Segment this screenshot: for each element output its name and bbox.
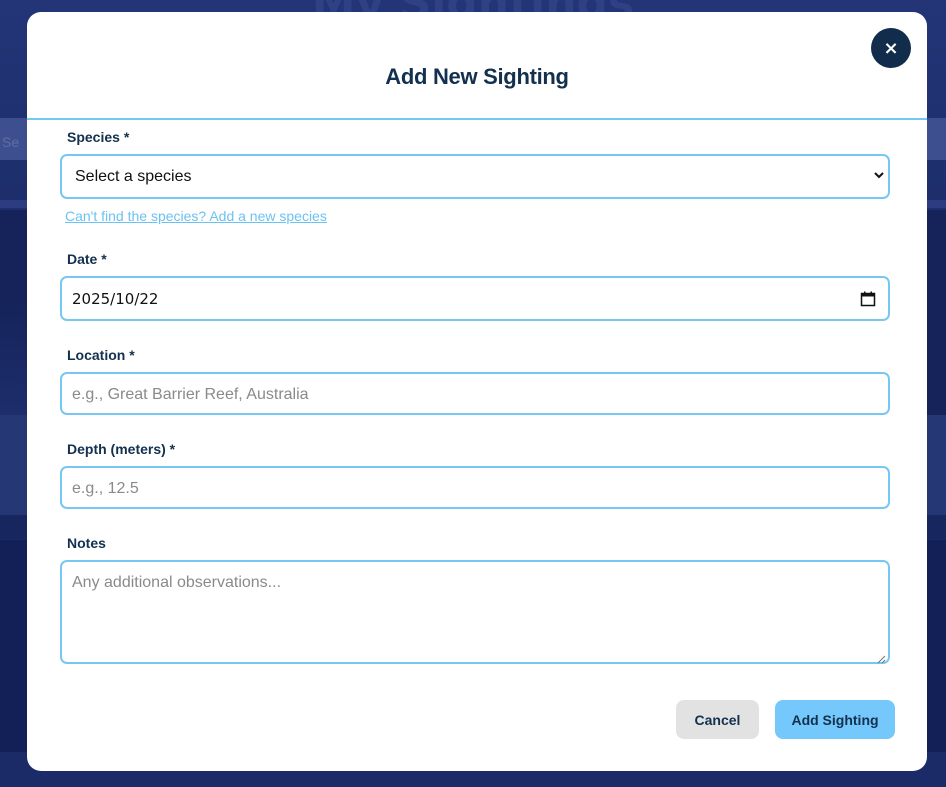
species-select[interactable]: Select a species [60,154,890,199]
location-label: Location * [67,347,135,363]
notes-placeholder: Any additional observations... [72,574,282,591]
location-input[interactable]: e.g., Great Barrier Reef, Australia [60,372,890,415]
add-new-species-link[interactable]: Can't find the species? Add a new specie… [65,208,327,224]
species-selected-value: Select a species [75,168,192,185]
add-sighting-button[interactable]: Add Sighting [775,700,895,739]
notes-label: Notes [67,535,106,551]
species-label: Species * [67,129,130,145]
background-search-hint: Se [2,134,20,150]
date-value: 2025/10/22 [72,290,159,308]
modal-title: Add New Sighting [385,64,569,89]
location-placeholder: e.g., Great Barrier Reef, Australia [72,386,309,403]
resize-grip-icon[interactable] [877,651,886,664]
depth-input[interactable]: e.g., 12.5 [60,466,890,509]
notes-textarea[interactable]: Any additional observations... [60,560,890,664]
add-sighting-modal: Add New Sighting × Species * Select a sp… [27,12,927,771]
close-button[interactable]: × [871,28,911,68]
date-input[interactable]: 2025/10/22 [60,276,890,321]
close-icon: × [883,37,899,59]
modal-header: Add New Sighting [27,12,927,120]
chevron-down-icon [872,168,886,182]
cancel-button[interactable]: Cancel [676,700,759,739]
depth-label: Depth (meters) * [67,441,176,457]
depth-placeholder: e.g., 12.5 [72,480,139,497]
date-label: Date * [67,251,107,267]
calendar-icon[interactable] [860,291,876,307]
